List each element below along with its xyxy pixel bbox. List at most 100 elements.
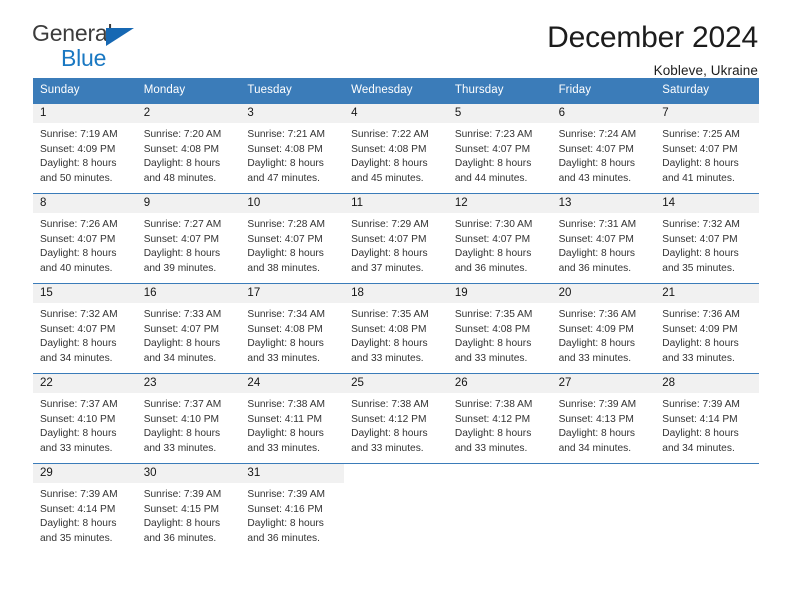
sunset-text: Sunset: 4:07 PM bbox=[40, 323, 116, 335]
day-cell[interactable]: 23 Sunrise: 7:37 AM Sunset: 4:10 PM Dayligh… bbox=[136, 373, 241, 463]
sunset-text: Sunset: 4:14 PM bbox=[40, 503, 116, 515]
day-cell[interactable]: 20 Sunrise: 7:36 AM Sunset: 4:09 PM Dayligh… bbox=[551, 283, 656, 373]
sunset-text: Sunset: 4:08 PM bbox=[351, 323, 427, 335]
day-number: 4 bbox=[344, 103, 448, 123]
day-details: Sunrise: 7:36 AM Sunset: 4:09 PM Daylight:… bbox=[655, 303, 759, 367]
page-header: General Blue December 2024 Kobleve, Ukra… bbox=[0, 0, 792, 78]
day-details: Sunrise: 7:38 AM Sunset: 4:12 PM Daylight:… bbox=[448, 393, 552, 457]
daylight-text-line1: Daylight: 8 hours bbox=[558, 248, 636, 260]
daylight-text-line1: Daylight: 8 hours bbox=[143, 248, 221, 260]
day-cell[interactable]: 25 Sunrise: 7:38 AM Sunset: 4:12 PM Dayligh… bbox=[344, 373, 448, 463]
daylight-text-line2: and 39 minutes. bbox=[143, 263, 217, 274]
day-cell[interactable]: 22 Sunrise: 7:37 AM Sunset: 4:10 PM Dayligh… bbox=[33, 373, 137, 463]
day-cell[interactable]: 18 Sunrise: 7:35 AM Sunset: 4:08 PM Dayligh… bbox=[344, 283, 448, 373]
sunset-text: Sunset: 4:07 PM bbox=[351, 233, 427, 245]
day-cell[interactable]: 4 Sunrise: 7:22 AM Sunset: 4:08 PM Daylight… bbox=[344, 103, 448, 193]
day-cell[interactable]: 16 Sunrise: 7:33 AM Sunset: 4:07 PM Dayligh… bbox=[136, 283, 241, 373]
daylight-text-line2: and 47 minutes. bbox=[247, 173, 320, 184]
sunrise-text: Sunrise: 7:37 AM bbox=[40, 398, 118, 410]
day-cell[interactable]: 1 Sunrise: 7:19 AM Sunset: 4:09 PM Daylight… bbox=[33, 103, 137, 193]
sunset-text: Sunset: 4:08 PM bbox=[454, 323, 531, 335]
sunrise-text: Sunrise: 7:19 AM bbox=[40, 128, 118, 140]
day-cell[interactable]: 11 Sunrise: 7:29 AM Sunset: 4:07 PM Dayligh… bbox=[344, 193, 448, 283]
sunrise-text: Sunrise: 7:27 AM bbox=[143, 218, 222, 230]
daylight-text-line2: and 33 minutes. bbox=[351, 353, 424, 364]
daylight-text-line1: Daylight: 8 hours bbox=[558, 338, 636, 350]
day-cell[interactable]: 28 Sunrise: 7:39 AM Sunset: 4:14 PM Dayligh… bbox=[655, 373, 759, 463]
sunset-text: Sunset: 4:09 PM bbox=[558, 323, 634, 335]
sunset-text: Sunset: 4:10 PM bbox=[40, 413, 116, 425]
day-cell[interactable]: 26 Sunrise: 7:38 AM Sunset: 4:12 PM Dayligh… bbox=[447, 373, 552, 463]
sunset-text: Sunset: 4:13 PM bbox=[558, 413, 634, 425]
day-cell[interactable]: 17 Sunrise: 7:34 AM Sunset: 4:08 PM Dayligh… bbox=[240, 283, 345, 373]
sunrise-text: Sunrise: 7:22 AM bbox=[351, 128, 429, 140]
day-cell[interactable]: 31 Sunrise: 7:39 AM Sunset: 4:16 PM Dayligh… bbox=[240, 463, 345, 553]
day-cell[interactable]: 9 Sunrise: 7:27 AM Sunset: 4:07 PM Daylight… bbox=[136, 193, 241, 283]
day-number: 24 bbox=[240, 373, 345, 393]
day-cell[interactable]: 21 Sunrise: 7:36 AM Sunset: 4:09 PM Dayligh… bbox=[655, 283, 759, 373]
day-cell[interactable]: 10 Sunrise: 7:28 AM Sunset: 4:07 PM Dayligh… bbox=[240, 193, 345, 283]
sunrise-text: Sunrise: 7:39 AM bbox=[662, 398, 740, 410]
day-cell[interactable]: 13 Sunrise: 7:31 AM Sunset: 4:07 PM Dayligh… bbox=[551, 193, 656, 283]
day-cell[interactable]: 15 Sunrise: 7:32 AM Sunset: 4:07 PM Dayligh… bbox=[33, 283, 137, 373]
day-details bbox=[655, 483, 759, 488]
day-details: Sunrise: 7:30 AM Sunset: 4:07 PM Daylight:… bbox=[448, 213, 552, 277]
week-row: 15 Sunrise: 7:32 AM Sunset: 4:07 PM Dayligh… bbox=[33, 282, 759, 373]
day-cell[interactable]: 14 Sunrise: 7:32 AM Sunset: 4:07 PM Dayligh… bbox=[655, 193, 759, 283]
daylight-text-line2: and 41 minutes. bbox=[662, 173, 735, 184]
day-cell[interactable]: 7 Sunrise: 7:25 AM Sunset: 4:07 PM Daylight… bbox=[655, 103, 759, 193]
daylight-text-line1: Daylight: 8 hours bbox=[40, 248, 117, 260]
daylight-text-line1: Daylight: 8 hours bbox=[143, 518, 221, 530]
day-cell[interactable]: 29 Sunrise: 7:39 AM Sunset: 4:14 PM Dayligh… bbox=[33, 463, 137, 553]
sunset-text: Sunset: 4:07 PM bbox=[558, 143, 634, 155]
day-details: Sunrise: 7:23 AM Sunset: 4:07 PM Daylight:… bbox=[448, 123, 552, 187]
daylight-text-line2: and 33 minutes. bbox=[454, 443, 528, 454]
title-block: December 2024 Kobleve, Ukraine bbox=[547, 21, 758, 78]
day-cell[interactable]: 2 Sunrise: 7:20 AM Sunset: 4:08 PM Daylight… bbox=[136, 103, 241, 193]
sunset-text: Sunset: 4:07 PM bbox=[558, 233, 634, 245]
day-cell[interactable]: 3 Sunrise: 7:21 AM Sunset: 4:08 PM Daylight… bbox=[240, 103, 345, 193]
day-number: 15 bbox=[33, 283, 137, 303]
sunset-text: Sunset: 4:07 PM bbox=[662, 143, 738, 155]
page-title: December 2024 bbox=[547, 21, 758, 54]
daylight-text-line1: Daylight: 8 hours bbox=[247, 158, 324, 170]
daylight-text-line1: Daylight: 8 hours bbox=[454, 338, 532, 350]
sunrise-text: Sunrise: 7:31 AM bbox=[558, 218, 637, 230]
day-number: 29 bbox=[33, 463, 137, 483]
sunset-text: Sunset: 4:08 PM bbox=[247, 143, 323, 155]
daylight-text-line2: and 36 minutes. bbox=[143, 533, 217, 544]
day-number bbox=[344, 463, 448, 483]
day-details: Sunrise: 7:20 AM Sunset: 4:08 PM Daylight:… bbox=[137, 123, 241, 187]
day-cell-empty bbox=[344, 463, 448, 553]
sunset-text: Sunset: 4:15 PM bbox=[143, 503, 220, 515]
day-cell[interactable]: 6 Sunrise: 7:24 AM Sunset: 4:07 PM Daylight… bbox=[551, 103, 656, 193]
day-cell[interactable]: 5 Sunrise: 7:23 AM Sunset: 4:07 PM Daylight… bbox=[447, 103, 552, 193]
day-details: Sunrise: 7:28 AM Sunset: 4:07 PM Daylight:… bbox=[240, 213, 344, 277]
sunrise-text: Sunrise: 7:38 AM bbox=[351, 398, 429, 410]
sunrise-text: Sunrise: 7:36 AM bbox=[662, 308, 740, 320]
day-number: 3 bbox=[240, 103, 345, 123]
weekday-header-monday: Monday bbox=[143, 84, 186, 96]
day-cell[interactable]: 19 Sunrise: 7:35 AM Sunset: 4:08 PM Dayligh… bbox=[447, 283, 552, 373]
day-details: Sunrise: 7:37 AM Sunset: 4:10 PM Daylight:… bbox=[33, 393, 137, 457]
weekday-header-tuesday: Tuesday bbox=[247, 84, 292, 96]
day-cell[interactable]: 24 Sunrise: 7:38 AM Sunset: 4:11 PM Dayligh… bbox=[240, 373, 345, 463]
daylight-text-line2: and 36 minutes. bbox=[454, 263, 528, 274]
sunrise-text: Sunrise: 7:37 AM bbox=[143, 398, 222, 410]
logo-text-blue: Blue bbox=[61, 45, 107, 71]
calendar-page: General Blue December 2024 Kobleve, Ukra… bbox=[0, 0, 792, 612]
sunrise-text: Sunrise: 7:38 AM bbox=[247, 398, 326, 410]
daylight-text-line2: and 33 minutes. bbox=[454, 353, 528, 364]
day-cell[interactable]: 12 Sunrise: 7:30 AM Sunset: 4:07 PM Dayligh… bbox=[447, 193, 552, 283]
day-details: Sunrise: 7:29 AM Sunset: 4:07 PM Daylight:… bbox=[344, 213, 448, 277]
daylight-text-line1: Daylight: 8 hours bbox=[454, 428, 532, 440]
day-cell[interactable]: 27 Sunrise: 7:39 AM Sunset: 4:13 PM Dayligh… bbox=[551, 373, 656, 463]
day-number: 26 bbox=[447, 373, 552, 393]
sunrise-text: Sunrise: 7:32 AM bbox=[662, 218, 740, 230]
day-cell[interactable]: 30 Sunrise: 7:39 AM Sunset: 4:15 PM Dayligh… bbox=[136, 463, 241, 553]
daylight-text-line1: Daylight: 8 hours bbox=[351, 158, 428, 170]
sunrise-text: Sunrise: 7:35 AM bbox=[351, 308, 429, 320]
sunrise-text: Sunrise: 7:39 AM bbox=[558, 398, 637, 410]
day-cell[interactable]: 8 Sunrise: 7:26 AM Sunset: 4:07 PM Daylight… bbox=[33, 193, 137, 283]
weekday-header-wednesday: Wednesday bbox=[351, 84, 413, 96]
